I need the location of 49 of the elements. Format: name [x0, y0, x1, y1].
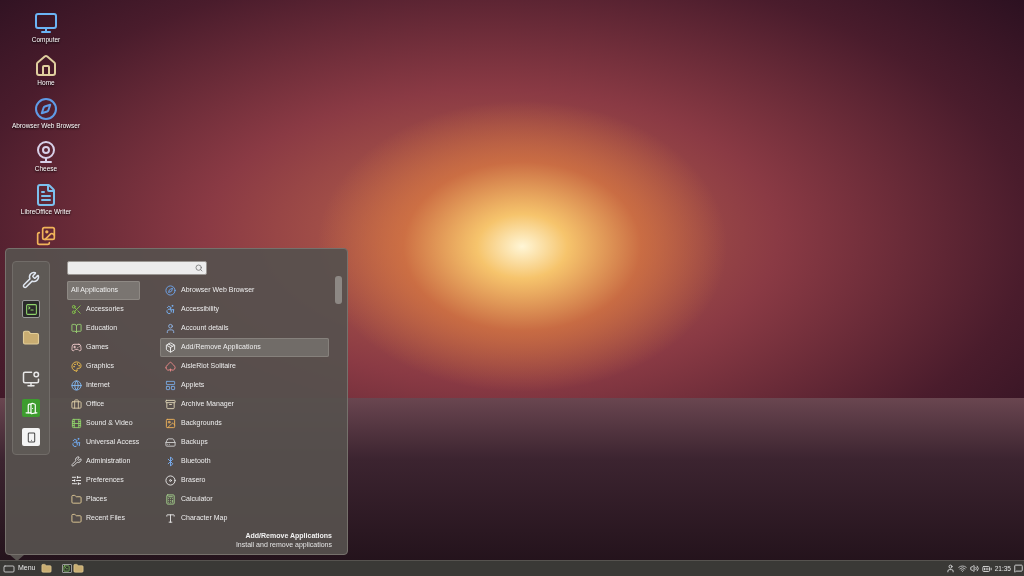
spade-icon	[165, 361, 176, 372]
document-icon	[34, 183, 58, 207]
package-icon	[165, 342, 176, 353]
volume-icon[interactable]	[969, 564, 979, 573]
folder-icon	[71, 513, 82, 524]
disc-icon	[165, 475, 176, 486]
monitor-icon	[34, 11, 58, 35]
user-icon	[165, 323, 176, 334]
hard-drive-icon	[165, 437, 176, 448]
gamepad-icon	[71, 342, 82, 353]
calculator-icon	[165, 494, 176, 505]
smartphone-icon[interactable]	[22, 428, 40, 446]
scissors-icon	[71, 304, 82, 315]
search-icon	[195, 264, 203, 272]
archive-icon	[165, 399, 176, 410]
sliders-icon	[71, 475, 82, 486]
terminal-icon[interactable]	[22, 300, 40, 318]
webcam-icon	[34, 140, 58, 164]
terminal-icon[interactable]	[61, 564, 72, 573]
film-icon	[71, 418, 82, 429]
briefcase-icon	[71, 399, 82, 410]
folder-icon[interactable]	[22, 329, 40, 347]
image-icon	[165, 418, 176, 429]
compass-icon	[34, 97, 58, 121]
wifi-icon[interactable]	[957, 564, 967, 573]
monitor-icon[interactable]	[22, 370, 40, 388]
book-icon	[71, 323, 82, 334]
palette-icon	[71, 361, 82, 372]
search-field[interactable]	[67, 261, 207, 275]
user-icon[interactable]	[945, 564, 955, 573]
wrench-icon	[71, 456, 82, 467]
accessibility-icon	[71, 437, 82, 448]
window-outline-icon	[3, 562, 15, 575]
scrollbar-thumb[interactable]	[335, 276, 342, 304]
folder-icon[interactable]	[40, 563, 52, 574]
exit-door-icon[interactable]	[22, 399, 40, 417]
globe-icon	[71, 380, 82, 391]
house-icon	[34, 54, 58, 78]
compass-icon	[165, 285, 176, 296]
wrench-icon[interactable]	[22, 271, 40, 289]
folder-icon[interactable]	[72, 563, 84, 574]
panel-icon	[165, 380, 176, 391]
photos-icon[interactable]	[36, 226, 56, 246]
folder-icon	[71, 494, 82, 505]
bluetooth-icon	[165, 456, 176, 467]
accessibility-icon	[165, 304, 176, 315]
battery-icon[interactable]	[981, 563, 992, 574]
chat-icon[interactable]	[1014, 564, 1023, 573]
letter-t-icon	[165, 513, 176, 524]
